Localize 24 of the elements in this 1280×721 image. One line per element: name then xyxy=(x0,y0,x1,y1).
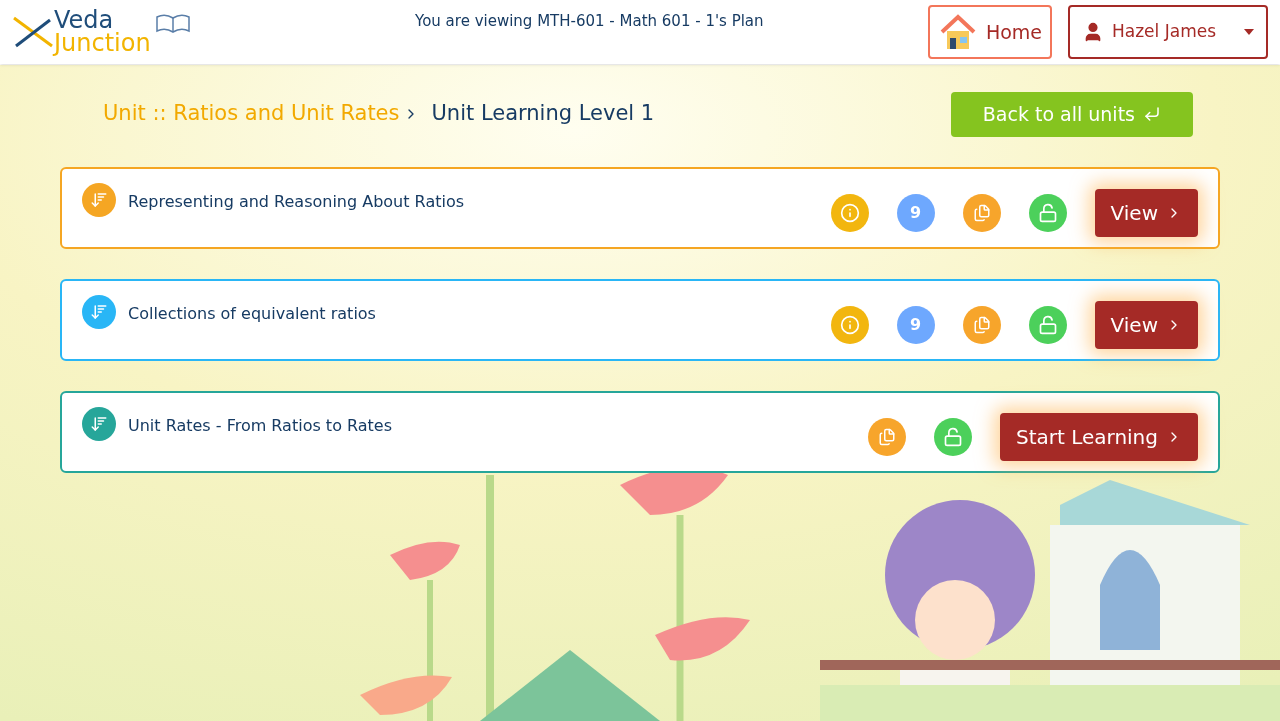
unit-title: Representing and Reasoning About Ratios xyxy=(128,191,465,213)
view-button[interactable]: View xyxy=(1094,189,1198,237)
open-book-icon xyxy=(154,13,191,34)
breadcrumb-current: Unit Learning Level 1 xyxy=(431,100,655,128)
info-icon[interactable] xyxy=(830,306,869,344)
user-menu[interactable]: Hazel James xyxy=(1068,5,1268,59)
unit-title: Unit Rates - From Ratios to Rates xyxy=(128,415,393,437)
unlocked-icon[interactable] xyxy=(1028,306,1067,344)
view-button[interactable]: Start Learning xyxy=(999,413,1198,461)
documents-icon[interactable] xyxy=(962,194,1001,232)
count-badge: 9 xyxy=(896,306,935,344)
viewing-text: You are viewing MTH-601 - Math 601 - 1's Plan xyxy=(415,11,764,32)
count-badge: 9 xyxy=(896,194,935,232)
return-arrow-icon xyxy=(1143,105,1161,123)
caret-icon xyxy=(1244,29,1254,35)
unit-title: Collections of equivalent ratios xyxy=(128,303,376,325)
documents-icon[interactable] xyxy=(867,418,906,456)
documents-icon[interactable] xyxy=(962,306,1001,344)
info-icon[interactable] xyxy=(830,194,869,232)
unlocked-icon[interactable] xyxy=(1028,194,1067,232)
home-button[interactable]: Home xyxy=(927,5,1052,59)
logo[interactable]: Veda Junction xyxy=(12,9,191,55)
view-button[interactable]: View xyxy=(1094,301,1198,349)
unlocked-icon[interactable] xyxy=(933,418,972,456)
